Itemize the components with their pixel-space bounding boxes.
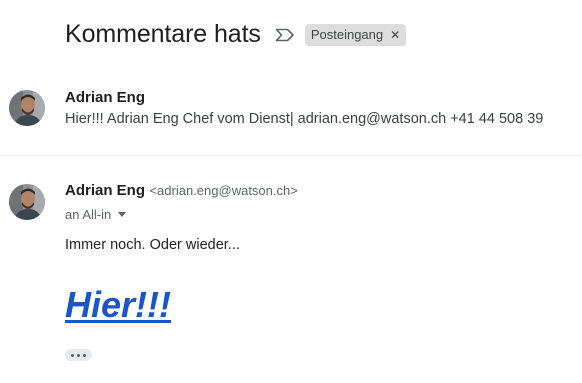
more-horizontal-icon[interactable] — [65, 349, 92, 361]
message-divider — [0, 155, 582, 156]
thread-subject: Kommentare hats — [65, 20, 261, 48]
message-header: Adrian Eng <adrian.eng@watson.ch> — [65, 182, 298, 200]
dot — [71, 353, 74, 357]
close-icon[interactable]: ✕ — [390, 28, 400, 42]
dot — [83, 353, 86, 357]
important-marker-icon[interactable] — [275, 28, 295, 42]
message-snippet[interactable]: Hier!!! Adrian Eng Chef vom Dienst| adri… — [65, 111, 543, 127]
dot — [77, 353, 80, 357]
sender-email: <adrian.eng@watson.ch> — [149, 183, 298, 198]
subject-row: Kommentare hats Posteingang ✕ — [65, 20, 407, 49]
label-chip[interactable]: Posteingang ✕ — [304, 23, 407, 46]
avatar[interactable] — [9, 184, 45, 220]
message-sender[interactable]: Adrian Eng — [65, 182, 145, 199]
message-body: Immer noch. Oder wieder... — [65, 237, 240, 253]
recipient-toggle[interactable]: an All-in — [65, 207, 127, 222]
message-sender[interactable]: Adrian Eng — [65, 89, 145, 106]
avatar[interactable] — [9, 90, 45, 126]
message-link[interactable]: Hier!!! — [65, 284, 171, 326]
caret-down-icon[interactable] — [118, 212, 127, 217]
label-chip-text: Posteingang — [310, 27, 384, 42]
recipient-text: an All-in — [65, 207, 112, 222]
